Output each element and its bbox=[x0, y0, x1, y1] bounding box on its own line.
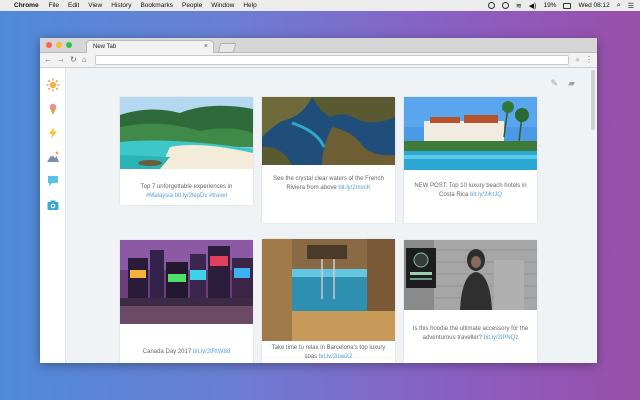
window-controls bbox=[46, 42, 72, 48]
new-tab-button[interactable] bbox=[217, 43, 237, 53]
card-link[interactable]: bit.ly/2iKtJQ bbox=[470, 192, 502, 198]
feed-card-partial[interactable] bbox=[262, 358, 395, 363]
card-image-hoodie bbox=[404, 240, 537, 310]
chrome-menu-icon[interactable]: ⋮ bbox=[585, 56, 593, 64]
category-sidebar bbox=[40, 68, 66, 363]
feed-card[interactable]: Top 7 unforgettable experiences in #Mala… bbox=[120, 97, 253, 205]
feed-card[interactable]: Take time to relax in Barcelona's top lu… bbox=[262, 239, 395, 360]
card-caption: Canada Day 2017 bit.ly/2tRtW8d bbox=[142, 349, 231, 355]
app-menu-chrome[interactable]: Chrome bbox=[14, 2, 39, 9]
feed-card[interactable]: Is this hoodie the ultimate accessory fo… bbox=[404, 240, 537, 363]
camera-icon[interactable] bbox=[46, 198, 60, 212]
scrollbar[interactable] bbox=[591, 70, 595, 130]
feed-card[interactable]: Canada Day 2017 bit.ly/2tRtW8d bbox=[120, 240, 253, 363]
time-machine-icon[interactable] bbox=[501, 2, 509, 9]
card-link[interactable]: bit.ly/2tRtW8d bbox=[193, 349, 230, 355]
menu-bookmarks[interactable]: Bookmarks bbox=[140, 2, 173, 9]
chat-icon[interactable] bbox=[46, 174, 60, 188]
back-icon[interactable]: ← bbox=[44, 56, 52, 64]
card-caption: Is this hoodie the ultimate accessory fo… bbox=[412, 326, 529, 341]
feed-card[interactable]: See the crystal clear waters of the Fren… bbox=[262, 97, 395, 223]
address-bar[interactable] bbox=[94, 55, 569, 65]
extension-icon[interactable]: ● bbox=[575, 56, 580, 64]
edit-pencil-icon[interactable]: ✎ bbox=[551, 78, 559, 89]
menu-window[interactable]: Window bbox=[211, 2, 234, 9]
close-tab-icon[interactable]: × bbox=[204, 43, 208, 50]
card-image-spa bbox=[262, 239, 395, 341]
zoom-window-button[interactable] bbox=[66, 42, 72, 48]
browser-window: New Tab × ← → ↻ ⌂ ☆ ● ⋮ bbox=[40, 38, 597, 363]
search-icon[interactable]: ⌕ bbox=[617, 2, 621, 10]
wifi-icon[interactable]: ≋ bbox=[516, 2, 522, 10]
lightning-icon[interactable] bbox=[46, 126, 60, 140]
menu-edit[interactable]: Edit bbox=[68, 2, 79, 9]
comment-icon[interactable]: ▰ bbox=[568, 78, 575, 89]
menu-help[interactable]: Help bbox=[243, 2, 256, 9]
minimize-window-button[interactable] bbox=[56, 42, 62, 48]
card-image-city-night bbox=[120, 240, 253, 324]
mac-menu-bar: Chrome File Edit View History Bookmarks … bbox=[0, 0, 640, 11]
home-icon[interactable]: ⌂ bbox=[82, 56, 87, 64]
status-tray: ≋ ◀) 19% Wed 08:12 ⌕ ☰ bbox=[487, 2, 634, 10]
volume-icon[interactable]: ◀) bbox=[529, 2, 537, 10]
ice-cream-icon[interactable] bbox=[46, 102, 60, 116]
tab-strip: New Tab × bbox=[40, 38, 597, 53]
card-link[interactable]: bit.ly/2lPNQz bbox=[484, 335, 519, 341]
new-tab-page: ✎ ▰ Top 7 unforgettable experiences in #… bbox=[40, 68, 597, 363]
forward-icon[interactable]: → bbox=[57, 56, 65, 64]
page-actions: ✎ ▰ bbox=[551, 78, 575, 89]
close-window-button[interactable] bbox=[46, 42, 52, 48]
menu-people[interactable]: People bbox=[182, 2, 202, 9]
browser-toolbar: ← → ↻ ⌂ ☆ ● ⋮ bbox=[40, 53, 597, 68]
sync-icon[interactable] bbox=[487, 2, 495, 9]
card-caption: NEW POST: Top 10 luxury beach hotels in … bbox=[414, 183, 527, 198]
card-link[interactable]: #Malaysia bit.ly/2lepDv #travel bbox=[146, 193, 227, 199]
menu-file[interactable]: File bbox=[49, 2, 59, 9]
tab-title: New Tab bbox=[93, 44, 117, 50]
battery-percent[interactable]: 19% bbox=[543, 2, 556, 9]
menu-view[interactable]: View bbox=[88, 2, 102, 9]
tab-new-tab[interactable]: New Tab × bbox=[86, 40, 214, 53]
reload-icon[interactable]: ↻ bbox=[70, 56, 77, 64]
menu-history[interactable]: History bbox=[111, 2, 131, 9]
notification-center-icon[interactable]: ☰ bbox=[628, 2, 634, 10]
card-image-resort bbox=[404, 97, 537, 170]
card-link[interactable]: bit.ly/2mvcK bbox=[338, 185, 370, 191]
clock[interactable]: Wed 08:12 bbox=[578, 2, 609, 9]
feed-card[interactable]: NEW POST: Top 10 luxury beach hotels in … bbox=[404, 97, 537, 223]
card-image-aerial-bay bbox=[262, 97, 395, 165]
card-caption: Top 7 unforgettable experiences in #Mala… bbox=[140, 184, 233, 199]
mountain-icon[interactable] bbox=[46, 150, 60, 164]
card-image-beach bbox=[120, 97, 253, 169]
sun-icon[interactable] bbox=[46, 78, 60, 92]
battery-icon[interactable] bbox=[563, 2, 572, 9]
card-caption: See the crystal clear waters of the Fren… bbox=[273, 176, 384, 191]
